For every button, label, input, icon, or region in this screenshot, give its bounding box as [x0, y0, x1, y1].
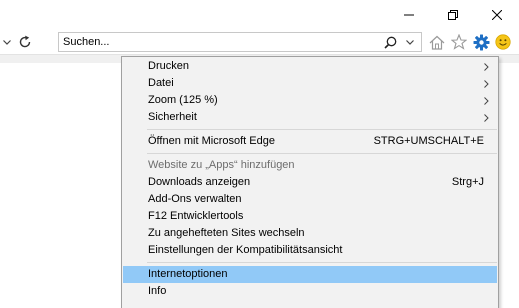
menu-item-label: Zoom (125 %) — [148, 94, 218, 106]
search-box[interactable] — [58, 32, 422, 52]
search-icon — [383, 36, 396, 49]
restore-button[interactable] — [431, 0, 475, 30]
favorites-star-icon — [451, 34, 467, 50]
feedback-button[interactable] — [492, 30, 514, 54]
home-icon — [429, 35, 445, 50]
chevron-down-icon — [406, 39, 414, 45]
menu-item-add-site-to-apps: Website zu „Apps“ hinzufügen — [122, 157, 498, 174]
search-provider-dropdown[interactable] — [403, 33, 417, 51]
chevron-right-icon — [484, 92, 489, 109]
menu-separator — [147, 262, 497, 263]
menu-item-downloads[interactable]: Downloads anzeigen Strg+J — [122, 174, 498, 191]
favorites-button[interactable] — [448, 30, 470, 54]
command-icons — [426, 30, 514, 54]
menu-item-open-with-edge[interactable]: Öffnen mit Microsoft Edge STRG+UMSCHALT+… — [122, 133, 498, 150]
minimize-button[interactable] — [387, 0, 431, 30]
menu-item-manage-addons[interactable]: Add-Ons verwalten — [122, 191, 498, 208]
menu-separator — [147, 153, 497, 154]
menu-item-sicherheit[interactable]: Sicherheit — [122, 109, 498, 126]
menu-item-label: Öffnen mit Microsoft Edge — [148, 135, 275, 147]
menu-item-shortcut: Strg+J — [451, 176, 484, 188]
minimize-icon — [404, 14, 414, 16]
chevron-right-icon — [484, 58, 489, 75]
menu-item-label: Drucken — [148, 60, 189, 72]
close-icon — [492, 10, 502, 20]
menu-item-zoom[interactable]: Zoom (125 %) — [122, 92, 498, 109]
menu-separator — [147, 129, 497, 130]
menu-item-label: Internetoptionen — [148, 268, 228, 280]
window-caption-buttons — [387, 0, 519, 30]
menu-item-label: Zu angehefteten Sites wechseln — [148, 227, 305, 239]
menu-item-f12-devtools[interactable]: F12 Entwicklertools — [122, 208, 498, 225]
menu-item-internet-options[interactable]: Internetoptionen — [123, 266, 497, 283]
tools-menu: Drucken Datei Zoom (125 %) Sicherheit Öf… — [121, 56, 499, 308]
address-controls — [0, 32, 36, 52]
menu-item-info[interactable]: Info — [122, 283, 498, 300]
refresh-icon — [19, 35, 31, 48]
menu-item-pinned-sites[interactable]: Zu angehefteten Sites wechseln — [122, 225, 498, 242]
menu-item-datei[interactable]: Datei — [122, 75, 498, 92]
menu-item-label: Website zu „Apps“ hinzufügen — [148, 159, 295, 171]
smiley-icon — [495, 34, 511, 50]
menu-item-label: Einstellungen der Kompatibilitätsansicht — [148, 244, 343, 256]
menu-item-label: Datei — [148, 77, 174, 89]
search-button[interactable] — [381, 33, 399, 51]
chevron-right-icon — [484, 109, 489, 126]
menu-item-label: Sicherheit — [148, 111, 197, 123]
chevron-right-icon — [484, 75, 489, 92]
address-dropdown-button[interactable] — [0, 32, 14, 52]
menu-item-drucken[interactable]: Drucken — [122, 58, 498, 75]
close-button[interactable] — [475, 0, 519, 30]
menu-item-label: Info — [148, 285, 167, 297]
menu-item-label: Add-Ons verwalten — [148, 193, 242, 205]
browser-window: Drucken Datei Zoom (125 %) Sicherheit — [0, 0, 519, 308]
home-button[interactable] — [426, 30, 448, 54]
menu-item-label: Downloads anzeigen — [148, 176, 251, 188]
search-input[interactable] — [63, 33, 363, 51]
menu-item-compatibility-view[interactable]: Einstellungen der Kompatibilitätsansicht — [122, 242, 498, 259]
address-toolbar — [0, 30, 519, 54]
menu-item-label: F12 Entwicklertools — [148, 210, 244, 222]
refresh-button[interactable] — [14, 32, 36, 52]
restore-icon — [448, 10, 458, 20]
tools-button[interactable] — [470, 30, 492, 54]
tools-gear-icon — [473, 34, 489, 50]
chevron-down-icon — [3, 39, 11, 45]
menu-item-shortcut: STRG+UMSCHALT+E — [373, 135, 484, 147]
